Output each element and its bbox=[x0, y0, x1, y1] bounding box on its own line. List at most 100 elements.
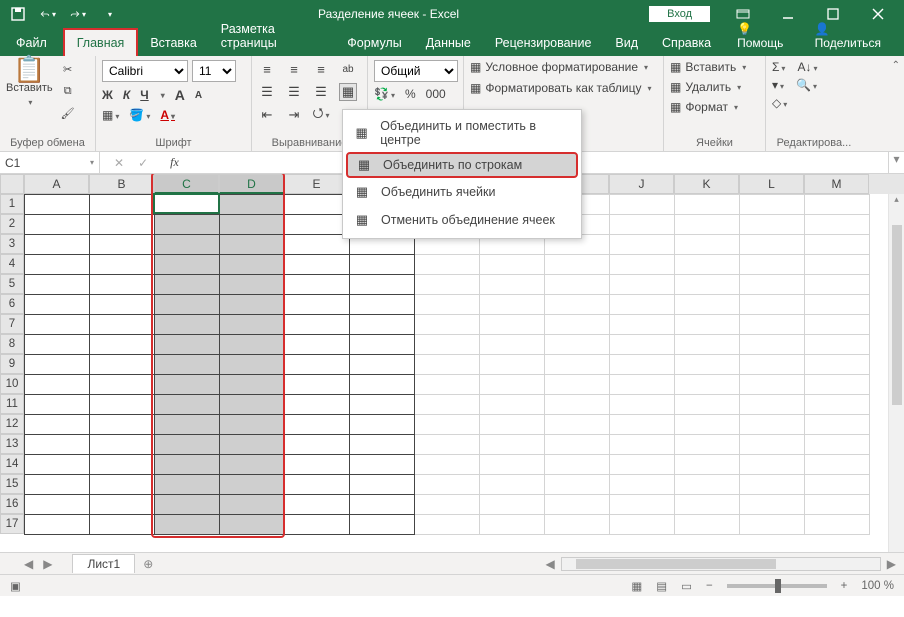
cell[interactable] bbox=[545, 495, 610, 515]
cell[interactable] bbox=[805, 355, 870, 375]
cell[interactable] bbox=[545, 435, 610, 455]
cell[interactable] bbox=[285, 195, 350, 215]
cell[interactable] bbox=[25, 235, 90, 255]
font-color-icon[interactable]: A▾ bbox=[160, 108, 175, 122]
cell[interactable] bbox=[25, 455, 90, 475]
cell[interactable] bbox=[350, 455, 415, 475]
cell[interactable] bbox=[675, 315, 740, 335]
cell[interactable] bbox=[415, 455, 480, 475]
row-header-14[interactable]: 14 bbox=[0, 454, 24, 474]
decrease-font-icon[interactable]: A bbox=[195, 90, 202, 101]
sheet-tab-1[interactable]: Лист1 bbox=[72, 554, 135, 573]
cell[interactable] bbox=[90, 255, 155, 275]
cell[interactable] bbox=[805, 255, 870, 275]
cell[interactable] bbox=[545, 295, 610, 315]
cell[interactable] bbox=[805, 395, 870, 415]
login-button[interactable]: Вход bbox=[649, 6, 710, 22]
cell[interactable] bbox=[220, 215, 285, 235]
tab-help[interactable]: Справка bbox=[650, 30, 723, 56]
find-select-icon[interactable]: 🔍▾ bbox=[796, 78, 817, 92]
cut-icon[interactable]: ✂ bbox=[59, 60, 77, 78]
cell[interactable] bbox=[610, 375, 675, 395]
row-header-12[interactable]: 12 bbox=[0, 414, 24, 434]
cell[interactable] bbox=[220, 275, 285, 295]
cell[interactable] bbox=[25, 355, 90, 375]
cell[interactable] bbox=[350, 495, 415, 515]
cell[interactable] bbox=[285, 315, 350, 335]
align-top-icon[interactable]: ≡ bbox=[258, 60, 276, 78]
row-header-1[interactable]: 1 bbox=[0, 194, 24, 214]
italic-button[interactable]: К bbox=[123, 88, 130, 102]
cell[interactable] bbox=[610, 275, 675, 295]
share-button[interactable]: 👤 Поделиться bbox=[815, 22, 890, 50]
conditional-formatting-button[interactable]: ▦ Условное форматирование▾ bbox=[470, 60, 648, 74]
bold-button[interactable]: Ж bbox=[102, 88, 113, 102]
cell[interactable] bbox=[90, 515, 155, 535]
view-normal-icon[interactable]: ▦ bbox=[631, 579, 642, 593]
cell[interactable] bbox=[480, 255, 545, 275]
comma-icon[interactable]: 000 bbox=[426, 87, 446, 101]
cell[interactable] bbox=[25, 435, 90, 455]
view-page-break-icon[interactable]: ▭ bbox=[681, 579, 692, 593]
cell[interactable] bbox=[740, 195, 805, 215]
hscroll-left-icon[interactable]: ◀ bbox=[546, 557, 561, 571]
cell[interactable] bbox=[155, 235, 220, 255]
cell[interactable] bbox=[220, 195, 285, 215]
cell[interactable] bbox=[285, 515, 350, 535]
cell[interactable] bbox=[610, 235, 675, 255]
cell[interactable] bbox=[545, 375, 610, 395]
col-header-M[interactable]: M bbox=[804, 174, 869, 194]
enter-formula-icon[interactable]: ✓ bbox=[138, 156, 148, 170]
align-middle-icon[interactable]: ≡ bbox=[285, 60, 303, 78]
col-header-J[interactable]: J bbox=[609, 174, 674, 194]
row-header-13[interactable]: 13 bbox=[0, 434, 24, 454]
merge-cells-button[interactable]: ▦ bbox=[339, 83, 357, 101]
cell[interactable] bbox=[675, 515, 740, 535]
cell[interactable] bbox=[805, 275, 870, 295]
cell[interactable] bbox=[90, 235, 155, 255]
cell[interactable] bbox=[350, 475, 415, 495]
tab-formulas[interactable]: Формулы bbox=[335, 30, 413, 56]
cell[interactable] bbox=[610, 475, 675, 495]
cell[interactable] bbox=[415, 355, 480, 375]
borders-icon[interactable]: ▦▾ bbox=[102, 108, 119, 122]
tab-view[interactable]: Вид bbox=[603, 30, 650, 56]
cell[interactable] bbox=[610, 355, 675, 375]
cell[interactable] bbox=[285, 355, 350, 375]
cell[interactable] bbox=[480, 455, 545, 475]
zoom-out-icon[interactable]: − bbox=[706, 580, 713, 592]
insert-cells-button[interactable]: ▦ Вставить ▾ bbox=[670, 60, 746, 74]
cell[interactable] bbox=[480, 475, 545, 495]
cell[interactable] bbox=[285, 435, 350, 455]
cell[interactable] bbox=[675, 215, 740, 235]
cell[interactable] bbox=[155, 275, 220, 295]
cell[interactable] bbox=[155, 315, 220, 335]
cell[interactable] bbox=[350, 275, 415, 295]
cell[interactable] bbox=[675, 415, 740, 435]
cell[interactable] bbox=[350, 255, 415, 275]
underline-dropdown-icon[interactable]: ▾ bbox=[161, 91, 165, 100]
cell[interactable] bbox=[220, 395, 285, 415]
clear-icon[interactable]: ◇▾ bbox=[772, 96, 787, 110]
cell[interactable] bbox=[545, 335, 610, 355]
cell[interactable] bbox=[155, 435, 220, 455]
increase-indent-icon[interactable]: ⇥ bbox=[285, 106, 303, 124]
cell[interactable] bbox=[350, 355, 415, 375]
cell[interactable] bbox=[545, 475, 610, 495]
cell[interactable] bbox=[740, 255, 805, 275]
cancel-formula-icon[interactable]: ✕ bbox=[114, 156, 124, 170]
horizontal-scroll-thumb[interactable] bbox=[576, 559, 776, 569]
cell[interactable] bbox=[480, 395, 545, 415]
cell[interactable] bbox=[740, 435, 805, 455]
cell[interactable] bbox=[285, 415, 350, 435]
cell[interactable] bbox=[610, 295, 675, 315]
cell[interactable] bbox=[675, 495, 740, 515]
cell[interactable] bbox=[220, 335, 285, 355]
cell[interactable] bbox=[350, 335, 415, 355]
cell[interactable] bbox=[740, 495, 805, 515]
cell[interactable] bbox=[155, 295, 220, 315]
cell[interactable] bbox=[285, 455, 350, 475]
cell[interactable] bbox=[415, 315, 480, 335]
zoom-slider[interactable] bbox=[727, 584, 827, 588]
cell[interactable] bbox=[545, 395, 610, 415]
